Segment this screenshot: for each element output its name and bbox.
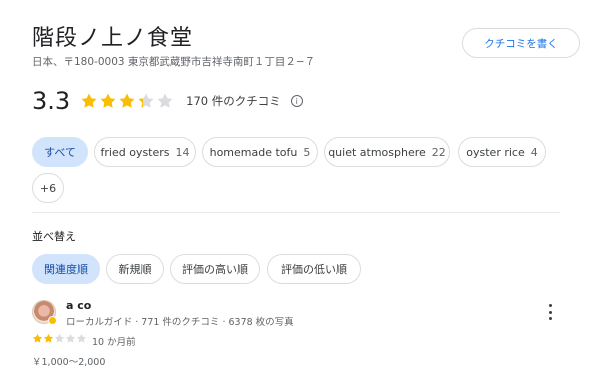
sort-option-label: 関連度順 bbox=[44, 263, 88, 276]
star-icon bbox=[99, 92, 117, 110]
star-icon bbox=[156, 92, 174, 110]
topic-chip-fried-oysters[interactable]: fried oysters 14 bbox=[94, 137, 196, 167]
topic-label: +6 bbox=[39, 181, 57, 195]
sort-chip-lowest[interactable]: 評価の低い順 bbox=[267, 254, 361, 284]
topic-label: すべて bbox=[44, 146, 76, 159]
topic-chip-oyster-rice[interactable]: oyster rice 4 bbox=[458, 137, 546, 167]
topic-label: quiet atmosphere bbox=[328, 145, 426, 159]
review-age: 10 か月前 bbox=[92, 337, 136, 348]
topic-count: 5 bbox=[303, 145, 311, 159]
rating-stars bbox=[80, 92, 174, 110]
star-icon bbox=[54, 333, 65, 344]
more-options-icon[interactable] bbox=[544, 304, 556, 320]
sort-option-label: 評価の高い順 bbox=[182, 263, 248, 276]
sort-option-label: 評価の低い順 bbox=[281, 263, 347, 276]
topic-chip-homemade-tofu[interactable]: homemade tofu 5 bbox=[202, 137, 318, 167]
reviewer-name[interactable]: a co bbox=[66, 299, 91, 312]
star-icon bbox=[32, 333, 43, 344]
section-divider bbox=[32, 212, 560, 213]
review-count[interactable]: 170 件のクチコミ bbox=[186, 93, 281, 109]
star-icon bbox=[76, 333, 87, 344]
sort-chip-relevance[interactable]: 関連度順 bbox=[32, 254, 100, 284]
topic-count: 22 bbox=[431, 145, 446, 159]
price-range: ￥1,000〜2,000 bbox=[32, 357, 106, 368]
topic-chip-quiet-atmosphere[interactable]: quiet atmosphere 22 bbox=[324, 137, 450, 167]
rating-summary: 3.3 170 件のクチコミ i bbox=[32, 86, 303, 116]
star-icon bbox=[137, 92, 155, 110]
star-icon bbox=[65, 333, 76, 344]
sort-chip-newest[interactable]: 新規順 bbox=[106, 254, 164, 284]
topic-chip-all[interactable]: すべて bbox=[32, 137, 88, 167]
info-icon[interactable]: i bbox=[290, 95, 303, 107]
sort-label: 並べ替え bbox=[32, 230, 76, 243]
place-address: 日本、〒180-0003 東京都武蔵野市吉祥寺南町１丁目２−７ bbox=[32, 56, 316, 68]
sort-chip-highest[interactable]: 評価の高い順 bbox=[170, 254, 260, 284]
topic-count: 4 bbox=[530, 145, 538, 159]
rating-value: 3.3 bbox=[32, 87, 71, 115]
star-icon bbox=[43, 333, 54, 344]
topic-label: homemade tofu bbox=[209, 145, 298, 159]
topic-chip-more[interactable]: +6 bbox=[32, 173, 64, 203]
topic-label: fried oysters bbox=[100, 145, 170, 159]
topic-count: 14 bbox=[175, 145, 190, 159]
review-stars bbox=[32, 333, 87, 344]
write-review-button[interactable]: クチコミを書く bbox=[462, 28, 580, 58]
sort-option-label: 新規順 bbox=[118, 263, 152, 276]
local-guide-badge-icon bbox=[48, 316, 57, 325]
reviewer-meta: ローカルガイド · 771 件のクチコミ · 6378 枚の写真 bbox=[66, 317, 294, 328]
star-icon bbox=[80, 92, 98, 110]
topic-label: oyster rice bbox=[466, 145, 525, 159]
star-icon bbox=[118, 92, 136, 110]
place-title: 階段ノ上ノ食堂 bbox=[32, 26, 194, 51]
